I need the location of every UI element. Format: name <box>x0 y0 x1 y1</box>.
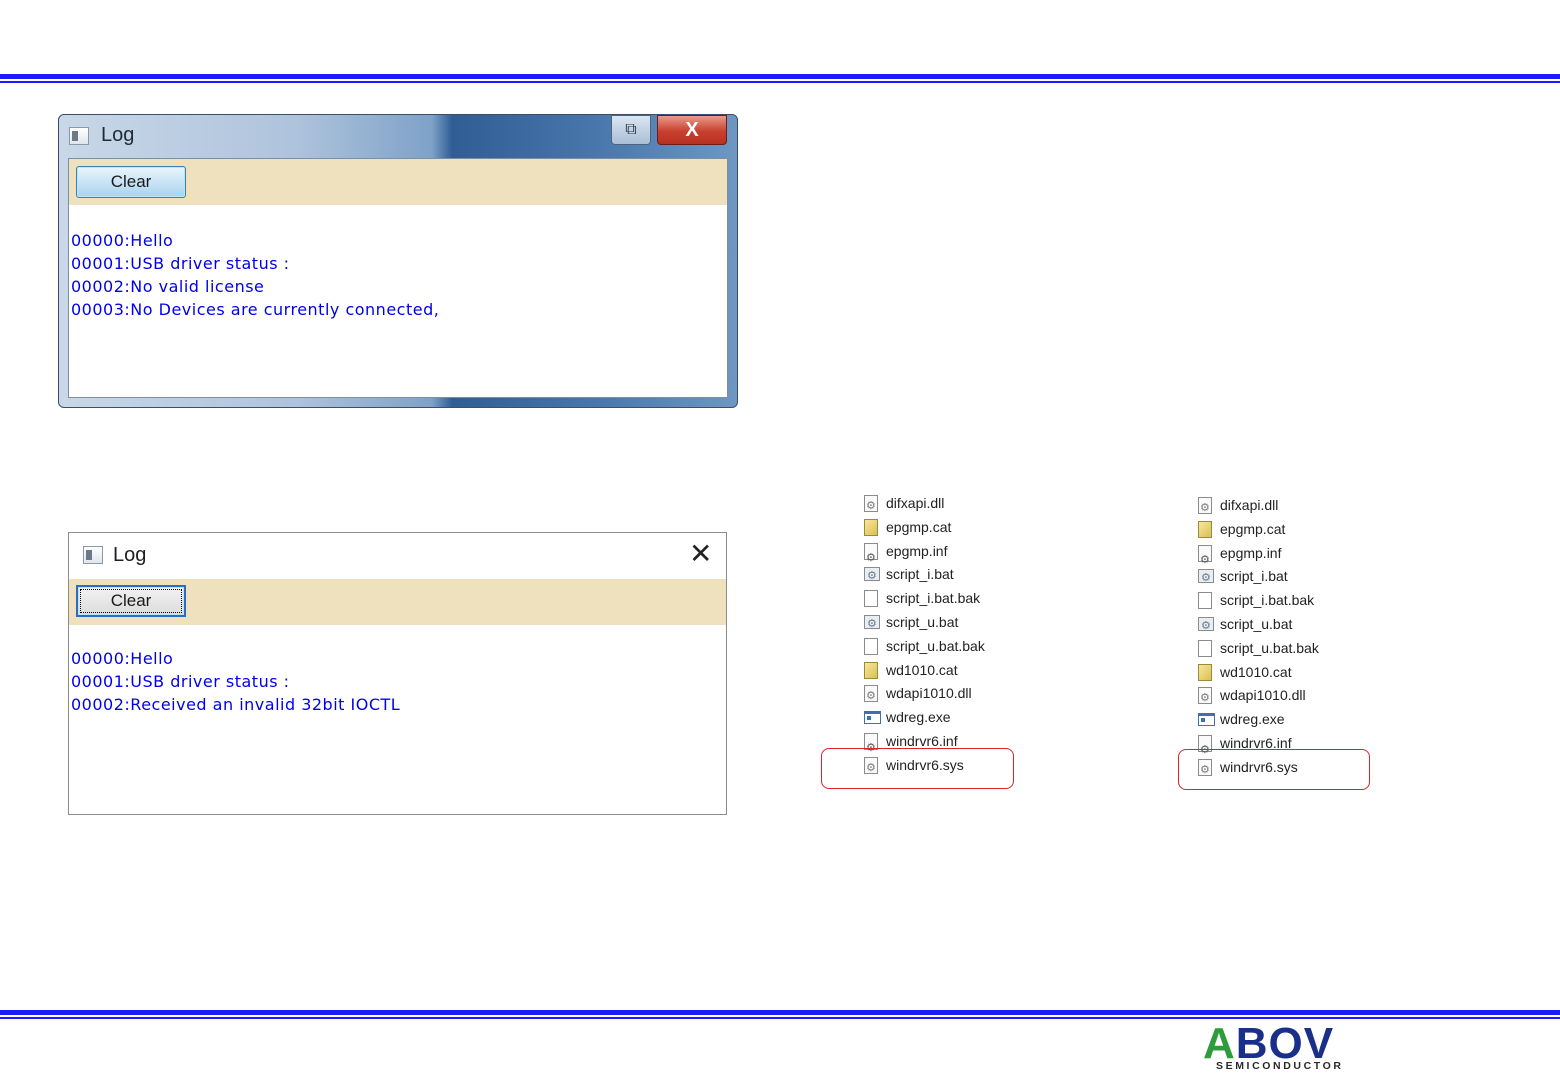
file-name: script_u.bat <box>886 613 959 630</box>
file-name: wdapi1010.dll <box>1220 687 1306 704</box>
bat-icon <box>864 613 880 635</box>
close-button[interactable]: X <box>657 115 727 145</box>
highlight-windrvr6-sys-right <box>1178 749 1370 790</box>
dll-icon <box>864 495 878 517</box>
log-line: 00002:Received an invalid 32bit IOCTL <box>71 695 401 714</box>
file-name: wd1010.cat <box>886 661 958 678</box>
log-output: 00000:Hello 00001:USB driver status : 00… <box>71 229 439 321</box>
file-item[interactable]: script_u.bat <box>864 611 985 635</box>
close-icon: X <box>685 119 699 141</box>
clear-button[interactable]: Clear <box>76 166 186 198</box>
abov-logo: ABOV SEMICONDUCTOR <box>1203 1022 1363 1074</box>
bat-icon <box>1198 567 1214 589</box>
file-item[interactable]: script_i.bat <box>1198 565 1319 589</box>
file-name: epgmp.cat <box>886 518 952 535</box>
file-item[interactable]: script_u.bat <box>1198 613 1319 637</box>
cat-icon <box>1198 663 1212 681</box>
cat-icon <box>864 661 878 679</box>
file-item[interactable]: wdapi1010.dll <box>1198 684 1319 709</box>
file-list-left: difxapi.dll epgmp.cat epgmp.inf script_i.ba… <box>864 492 985 779</box>
window-title: Log <box>113 544 147 566</box>
log-line: 00003:No Devices are currently connected… <box>71 300 440 319</box>
log-line: 00001:USB driver status : <box>71 672 290 691</box>
log-toolbar: Clear <box>69 159 727 205</box>
file-name: epgmp.inf <box>1220 544 1282 561</box>
log-window-win10: Log ✕ Clear 00000:Hello 00001:USB driver… <box>68 532 727 815</box>
file-item[interactable]: wdreg.exe <box>1198 708 1319 732</box>
file-item[interactable]: wd1010.cat <box>1198 661 1319 685</box>
file-item[interactable]: difxapi.dll <box>864 492 985 517</box>
log-line: 00000:Hello <box>71 649 174 668</box>
footer-rule-thick <box>0 1010 1560 1015</box>
file-item[interactable]: script_i.bat <box>864 563 985 587</box>
dll-icon <box>1198 497 1212 519</box>
log-toolbar: Clear <box>69 579 726 625</box>
file-list-right: difxapi.dll epgmp.cat epgmp.inf script_i.ba… <box>1198 494 1319 781</box>
file-item[interactable]: epgmp.inf <box>1198 542 1319 571</box>
file-name: script_u.bat.bak <box>886 637 985 654</box>
file-name: difxapi.dll <box>886 495 945 511</box>
app-icon <box>83 546 103 564</box>
log-client-area: Clear 00000:Hello 00001:USB driver statu… <box>68 158 728 398</box>
log-line: 00002:No valid license <box>71 277 265 296</box>
header-rule-thin <box>0 81 1560 83</box>
clear-button[interactable]: Clear <box>76 585 186 617</box>
log-line: 00000:Hello <box>71 231 174 250</box>
file-name: wdreg.exe <box>1220 711 1285 728</box>
bat-icon <box>864 565 880 587</box>
file-item[interactable]: wd1010.cat <box>864 659 985 683</box>
file-item[interactable]: script_i.bat.bak <box>1198 589 1319 613</box>
log-window-win7: Log ⧉ X Clear 00000:Hello 00001:USB driv… <box>58 114 738 408</box>
app-icon <box>69 127 89 145</box>
file-item[interactable]: script_u.bat.bak <box>1198 637 1319 661</box>
file-item[interactable]: epgmp.cat <box>864 516 985 540</box>
inf-icon <box>864 542 878 569</box>
highlight-windrvr6-sys-left <box>821 748 1014 789</box>
dll-icon <box>1198 687 1212 709</box>
file-name: script_u.bat <box>1220 615 1293 632</box>
exe-icon <box>1198 713 1215 727</box>
file-name: difxapi.dll <box>1220 497 1279 513</box>
file-name: windrvr6.inf <box>886 732 958 749</box>
file-name: epgmp.inf <box>886 542 948 559</box>
blank-file-icon <box>864 637 878 655</box>
log-output: 00000:Hello 00001:USB driver status : 00… <box>71 647 400 716</box>
window-title: Log <box>101 124 135 146</box>
restore-button[interactable]: ⧉ <box>611 115 651 145</box>
blank-file-icon <box>1198 639 1212 657</box>
file-name: script_i.bat <box>886 566 954 583</box>
file-item[interactable]: script_u.bat.bak <box>864 635 985 659</box>
file-name: wdapi1010.dll <box>886 685 972 702</box>
file-name: script_i.bat.bak <box>1220 592 1315 609</box>
header-rule-thick <box>0 74 1560 79</box>
inf-icon <box>1198 544 1212 571</box>
file-item[interactable]: script_i.bat.bak <box>864 587 985 611</box>
file-item[interactable]: wdapi1010.dll <box>864 682 985 707</box>
exe-icon <box>864 711 881 725</box>
blank-file-icon <box>864 590 878 608</box>
logo-tagline: SEMICONDUCTOR <box>1216 1060 1344 1072</box>
restore-icon: ⧉ <box>625 121 637 138</box>
file-name: script_i.bat.bak <box>886 590 981 607</box>
file-name: script_i.bat <box>1220 568 1288 585</box>
file-name: wdreg.exe <box>886 709 951 726</box>
file-item[interactable]: wdreg.exe <box>864 706 985 730</box>
dll-icon <box>864 685 878 707</box>
file-name: epgmp.cat <box>1220 520 1286 537</box>
file-item[interactable]: difxapi.dll <box>1198 494 1319 519</box>
file-item[interactable]: epgmp.cat <box>1198 518 1319 542</box>
file-item[interactable]: epgmp.inf <box>864 540 985 569</box>
cat-icon <box>864 518 878 536</box>
blank-file-icon <box>1198 592 1212 610</box>
bat-icon <box>1198 615 1214 637</box>
close-icon[interactable]: ✕ <box>689 539 712 569</box>
file-name: script_u.bat.bak <box>1220 639 1319 656</box>
cat-icon <box>1198 520 1212 538</box>
log-line: 00001:USB driver status : <box>71 254 290 273</box>
file-name: wd1010.cat <box>1220 663 1292 680</box>
